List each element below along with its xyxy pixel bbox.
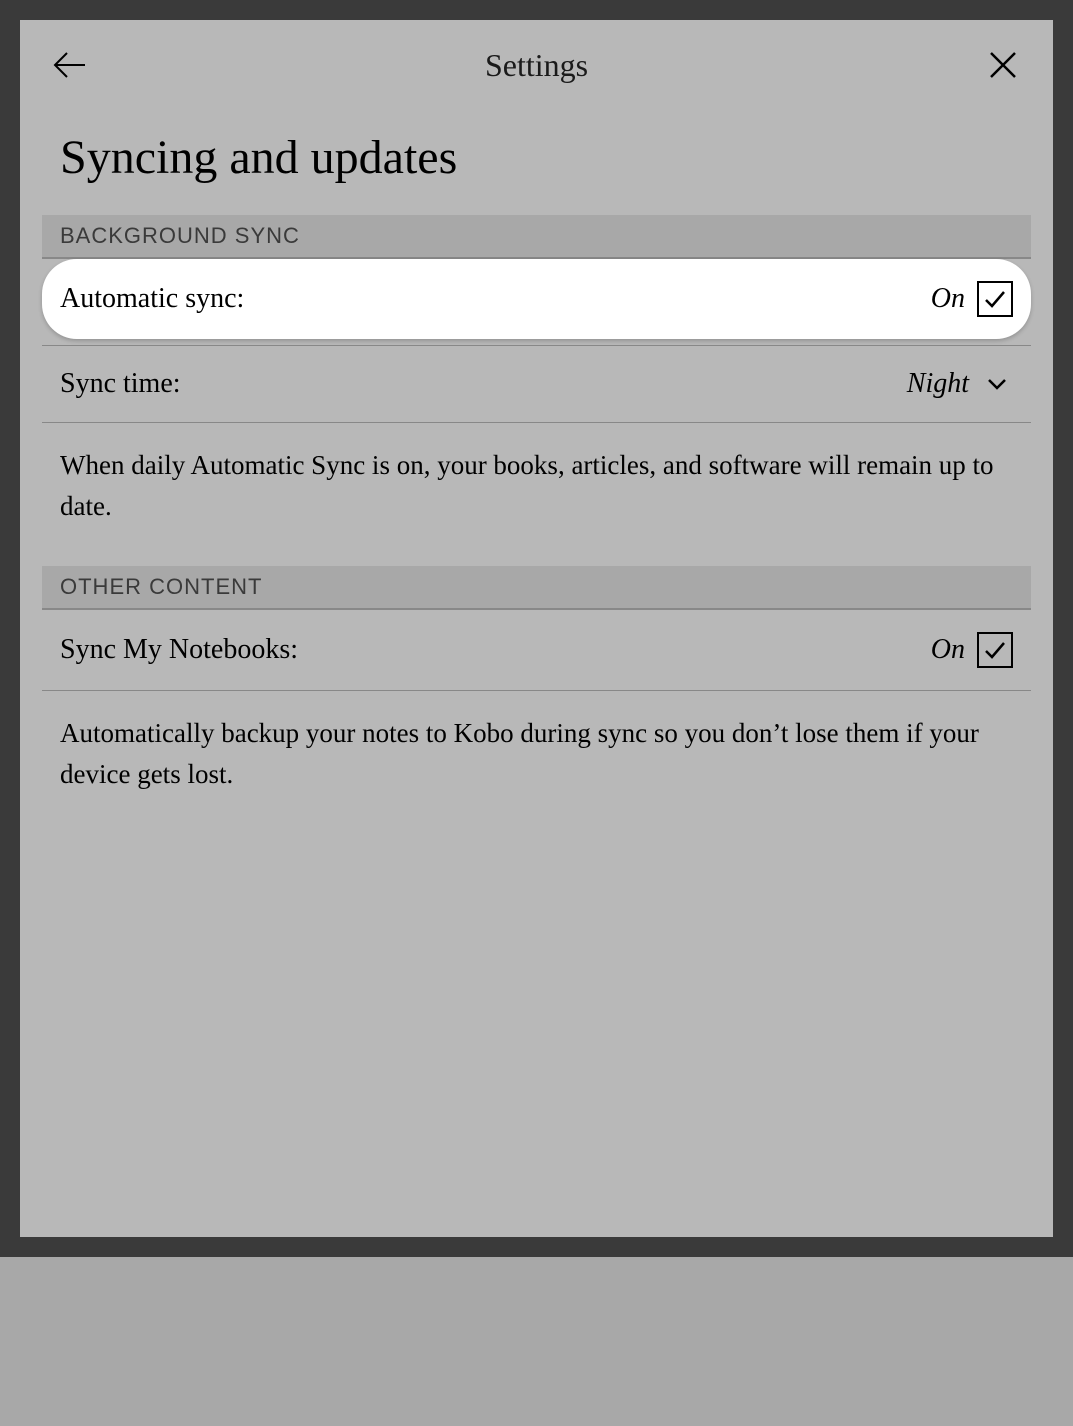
sync-time-row[interactable]: Sync time: Night — [42, 345, 1031, 423]
device-frame: Settings Syncing and updates BACKGROUND … — [0, 0, 1073, 1257]
checkbox-checked-icon[interactable] — [977, 632, 1013, 668]
checkbox-checked-icon[interactable] — [977, 281, 1013, 317]
background-sync-description: When daily Automatic Sync is on, your bo… — [42, 423, 1031, 566]
automatic-sync-row[interactable]: Automatic sync: On — [42, 259, 1031, 339]
sync-notebooks-value: On — [931, 632, 1013, 668]
chevron-down-icon[interactable] — [981, 372, 1013, 396]
sync-notebooks-value-text: On — [931, 634, 965, 666]
page-title: Syncing and updates — [20, 110, 1053, 215]
automatic-sync-label: Automatic sync: — [60, 283, 244, 315]
section-header-background-sync: BACKGROUND SYNC — [42, 215, 1031, 259]
header-title: Settings — [90, 47, 983, 84]
automatic-sync-value-text: On — [931, 283, 965, 315]
arrow-left-icon — [53, 51, 87, 79]
back-button[interactable] — [50, 45, 90, 85]
automatic-sync-value: On — [931, 281, 1013, 317]
close-button[interactable] — [983, 45, 1023, 85]
sync-time-value-text: Night — [907, 368, 969, 400]
sync-time-label: Sync time: — [60, 368, 181, 400]
sync-time-value: Night — [907, 368, 1013, 400]
screen: Settings Syncing and updates BACKGROUND … — [20, 20, 1053, 1237]
content: BACKGROUND SYNC Automatic sync: On Sync … — [20, 215, 1053, 834]
sync-notebooks-label: Sync My Notebooks: — [60, 634, 298, 666]
header-bar: Settings — [20, 20, 1053, 110]
sync-notebooks-row[interactable]: Sync My Notebooks: On — [42, 610, 1031, 691]
close-icon — [988, 50, 1018, 80]
other-content-description: Automatically backup your notes to Kobo … — [42, 691, 1031, 834]
section-header-other-content: OTHER CONTENT — [42, 566, 1031, 610]
